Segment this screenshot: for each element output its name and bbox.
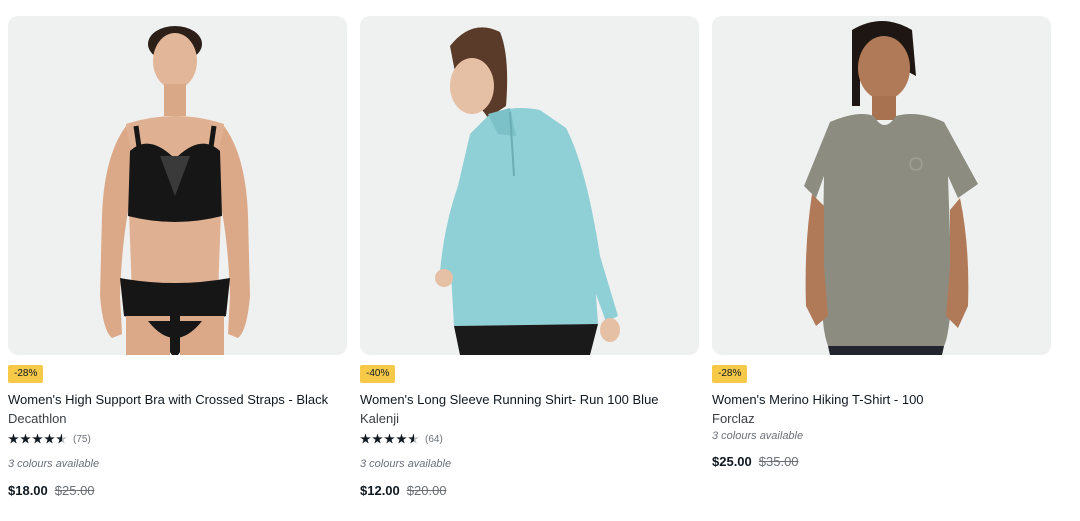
star-icon (396, 433, 407, 444)
product-title[interactable]: Women's Merino Hiking T-Shirt - 100 (712, 392, 1051, 408)
star-icon (384, 433, 395, 444)
product-image[interactable] (712, 16, 1051, 355)
star-icon (360, 433, 371, 444)
product-card[interactable]: -40% Women's Long Sleeve Running Shirt- … (360, 16, 699, 498)
price-row: $25.00 $35.00 (712, 454, 1051, 469)
price-row: $12.00 $20.00 (360, 483, 699, 498)
star-icon (8, 433, 19, 444)
product-rating: (64) (360, 432, 699, 446)
original-price: $25.00 (54, 483, 95, 498)
review-count: (64) (425, 433, 443, 445)
star-icon (372, 433, 383, 444)
current-price: $12.00 (360, 483, 400, 498)
rating-stars (360, 433, 419, 445)
half-star-icon (56, 433, 67, 444)
current-price: $18.00 (8, 483, 48, 498)
colours-available: 3 colours available (8, 458, 100, 470)
star-icon (20, 433, 31, 444)
review-count: (75) (73, 433, 91, 445)
product-card[interactable]: -28% Women's Merino Hiking T-Shirt - 100… (712, 16, 1051, 469)
colours-available: 3 colours available (712, 430, 804, 442)
original-price: $35.00 (758, 454, 799, 469)
colours-available: 3 colours available (360, 458, 452, 470)
product-image[interactable] (8, 16, 347, 355)
rating-stars (8, 433, 67, 445)
product-title[interactable]: Women's High Support Bra with Crossed St… (8, 392, 347, 408)
product-brand: Forclaz (712, 411, 755, 426)
product-card[interactable]: -28% Women's High Support Bra with Cross… (8, 16, 347, 498)
star-icon (44, 433, 55, 444)
half-star-icon (408, 433, 419, 444)
discount-badge: -28% (8, 365, 44, 383)
product-brand: Decathlon (8, 411, 67, 426)
original-price: $20.00 (406, 483, 447, 498)
product-title[interactable]: Women's Long Sleeve Running Shirt- Run 1… (360, 392, 699, 408)
product-grid: -28% Women's High Support Bra with Cross… (0, 0, 1080, 521)
price-row: $18.00 $25.00 (8, 483, 347, 498)
product-rating: (75) (8, 432, 347, 446)
star-icon (32, 433, 43, 444)
product-image[interactable] (360, 16, 699, 355)
product-brand: Kalenji (360, 411, 400, 426)
discount-badge: -40% (360, 365, 396, 383)
current-price: $25.00 (712, 454, 752, 469)
discount-badge: -28% (712, 365, 748, 383)
